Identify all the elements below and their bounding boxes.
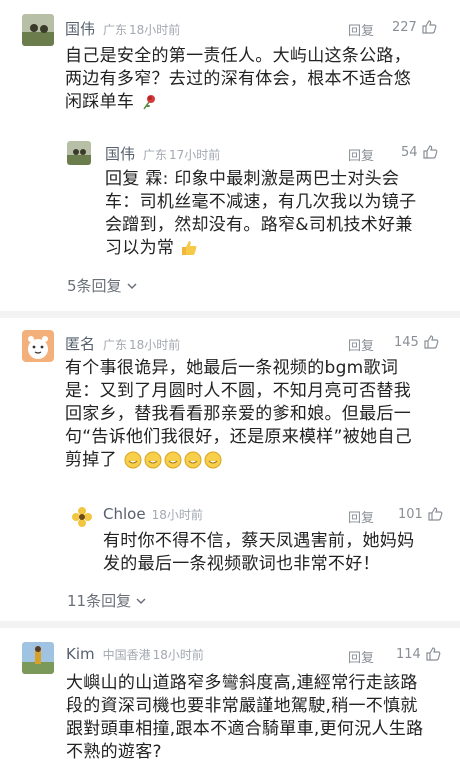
thumbs-up-outline-icon (422, 145, 437, 159)
more-replies-label: 11条回复 (67, 592, 132, 610)
username-text: 匿名 (65, 335, 96, 353)
chevron-down-icon (136, 597, 146, 604)
username[interactable]: 国伟 广东 18小时前 (65, 18, 180, 39)
reply-button[interactable]: 回复 (348, 20, 374, 39)
timestamp: 18小时前 (152, 648, 204, 662)
comment-1: 国伟 广东 18小时前 回复 227 自己是安全的第一责任人。大屿山这条公路，两边有… (0, 0, 460, 295)
like-button[interactable]: 114 (396, 646, 441, 662)
like-button[interactable]: 227 (392, 19, 437, 35)
avatar[interactable] (22, 14, 54, 46)
reply-text: 回复 霖: 印象中最刺激是两巴士对头会车：司机丝毫不减速，有几次我以为镜子会蹭到… (105, 168, 423, 260)
reply-avatar[interactable] (67, 141, 91, 165)
anonymous-avatar-icon (22, 330, 54, 362)
like-count: 54 (401, 144, 418, 160)
comment-text: 有个事很诡异，她最后一条视频的bgm歌词是：又到了月圆时人不圆，不知月亮可否替我… (65, 357, 427, 472)
avatar-image (67, 141, 91, 165)
comment-text: 大嶼山的山道路窄多彎斜度高,連經常行走該路段的資深司機也要非常嚴謹地駕駛,稍一不… (66, 673, 424, 762)
timestamp: 18小时前 (129, 338, 181, 352)
thumbs-up-icon (181, 241, 197, 255)
comment-body: 自己是安全的第一责任人。大屿山这条公路，两边有多窄？去过的深有体会，根本不适合悠… (65, 46, 411, 112)
reply-button[interactable]: 回复 (348, 647, 374, 666)
location: 广东 (103, 338, 128, 352)
comment-body: 有个事很诡异，她最后一条视频的bgm歌词是：又到了月圆时人不圆，不知月亮可否替我… (65, 358, 412, 470)
timestamp: 17小时前 (169, 148, 221, 162)
avatar[interactable] (22, 642, 54, 674)
divider (0, 621, 460, 628)
chevron-down-icon (127, 282, 137, 289)
username[interactable]: Kim 中国香港 18小时前 (66, 645, 204, 663)
like-button[interactable]: 101 (398, 506, 443, 522)
like-count: 227 (392, 19, 417, 35)
username-text: Chloe (103, 505, 146, 523)
username[interactable]: 匿名 广东 18小时前 (65, 333, 180, 354)
reply-body: 回复 霖: 印象中最刺激是两巴士对头会车：司机丝毫不减速，有几次我以为镜子会蹭到… (105, 169, 417, 258)
like-count: 114 (396, 646, 421, 662)
reply-avatar[interactable] (70, 505, 94, 529)
thumbs-up-outline-icon (426, 647, 441, 661)
username-text: Kim (66, 645, 95, 663)
location: 广东 (143, 148, 168, 162)
reply-button[interactable]: 回复 (348, 335, 374, 354)
thumbs-up-outline-icon (422, 20, 437, 34)
reply-username[interactable]: 国伟 广东 17小时前 (105, 143, 220, 164)
face-icon (184, 451, 202, 469)
face-icon (164, 451, 182, 469)
avatar-image (22, 642, 54, 674)
comment-2: 匿名 广东 18小时前 回复 145 有个事很诡异，她最后一条视频的bgm歌词是：又… (0, 318, 460, 618)
like-count: 145 (394, 334, 419, 350)
reply-username[interactable]: Chloe 18小时前 (103, 505, 203, 523)
thumbs-up-outline-icon (428, 507, 443, 521)
rose-icon (143, 95, 155, 110)
username-text: 国伟 (105, 145, 136, 163)
face-icon (204, 451, 222, 469)
more-replies-label: 5条回复 (67, 277, 122, 295)
more-replies-button[interactable]: 5条回复 (67, 275, 138, 296)
reply-button[interactable]: 回复 (348, 507, 374, 526)
like-button[interactable]: 54 (401, 144, 438, 160)
username-text: 国伟 (65, 20, 96, 38)
location: 广东 (103, 23, 128, 37)
avatar-image (22, 14, 54, 46)
timestamp: 18小时前 (129, 23, 181, 37)
divider (0, 311, 460, 318)
like-count: 101 (398, 506, 423, 522)
flower-avatar-icon (70, 505, 94, 529)
thumbs-up-outline-icon (424, 335, 439, 349)
comment-text: 自己是安全的第一责任人。大屿山这条公路，两边有多窄？去过的深有体会，根本不适合悠… (65, 45, 415, 114)
face-icon (124, 451, 142, 469)
comment-3: Kim 中国香港 18小时前 回复 114 大嶼山的山道路窄多彎斜度高,連經常行走該… (0, 628, 460, 784)
location: 中国香港 (102, 648, 151, 662)
timestamp: 18小时前 (151, 508, 203, 522)
avatar[interactable] (22, 330, 54, 362)
more-replies-button[interactable]: 11条回复 (67, 590, 147, 611)
reply-button[interactable]: 回复 (348, 145, 374, 164)
like-button[interactable]: 145 (394, 334, 439, 350)
emoji-group (123, 450, 223, 470)
reply-text: 有时你不得不信，蔡天凤遇害前，她妈妈发的最后一条视频歌词也非常不好！ (103, 531, 415, 574)
face-icon (144, 451, 162, 469)
